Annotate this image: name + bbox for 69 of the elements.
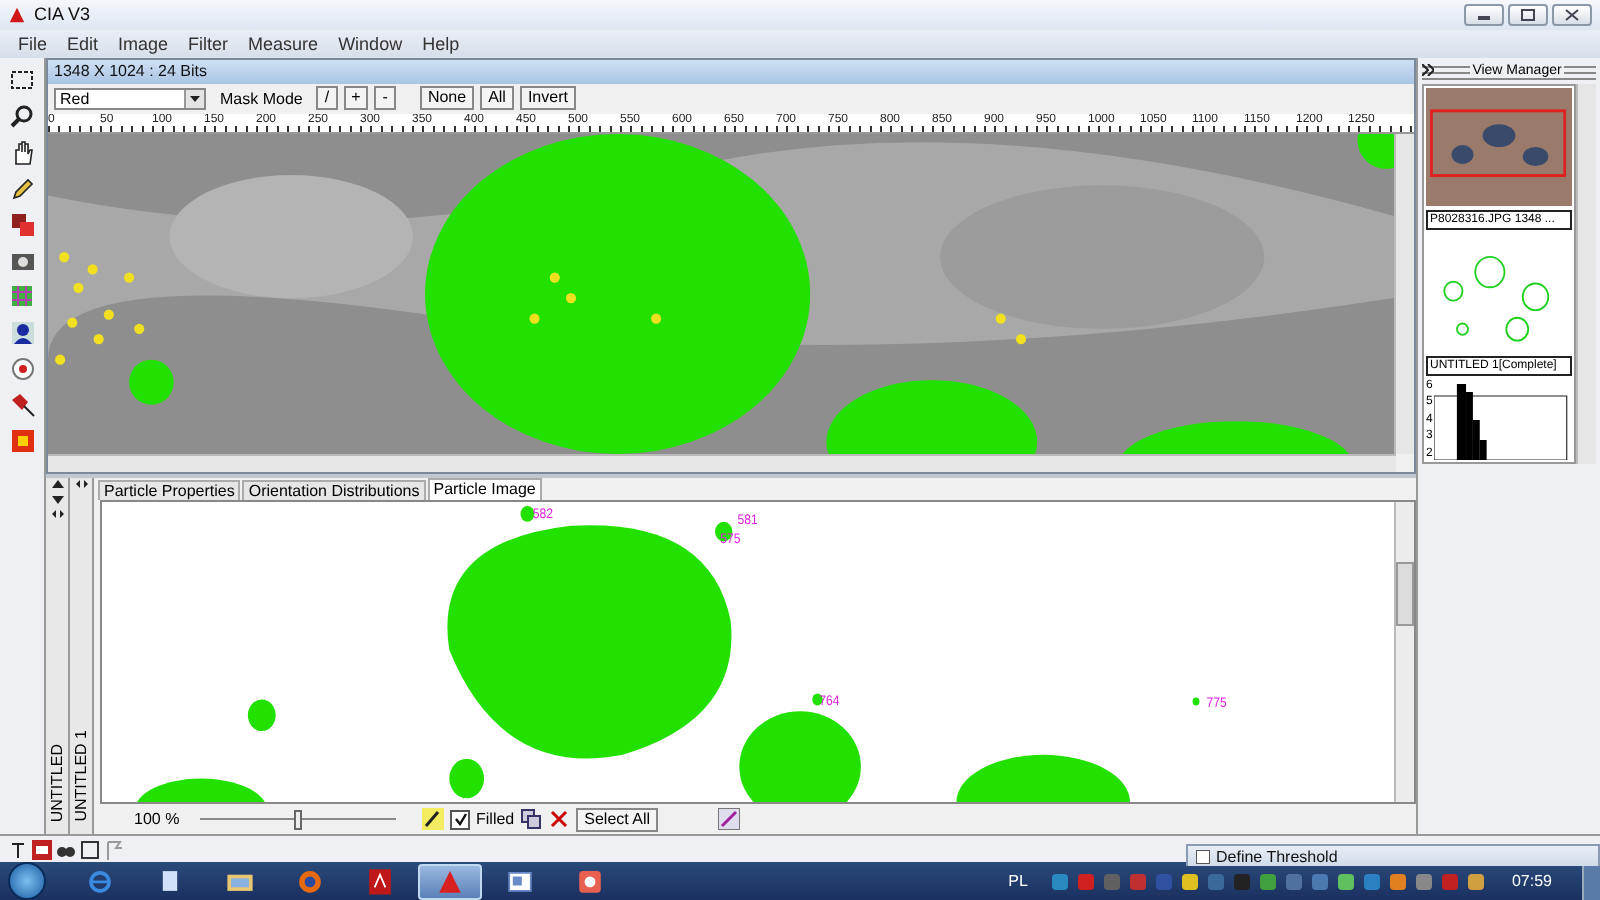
mask-button[interactable]: All (480, 86, 514, 111)
mask-mode-button[interactable]: + (343, 86, 369, 111)
maximize-button[interactable] (1508, 3, 1548, 26)
slider-thumb[interactable] (294, 809, 302, 830)
mask-mode-label: Mask Mode (220, 89, 303, 108)
delete-icon[interactable] (548, 808, 571, 831)
filled-label: Filled (476, 810, 515, 829)
mask-mode-button[interactable]: / (316, 86, 338, 111)
scrollbar-thumb[interactable] (1396, 561, 1414, 626)
tray-icon[interactable] (1179, 871, 1200, 891)
clock[interactable]: 07:59 (1511, 872, 1552, 890)
caret-icon (190, 95, 200, 102)
mask-mode-button[interactable]: - (374, 86, 396, 111)
mask-button[interactable]: None (419, 86, 475, 111)
tab[interactable]: Particle Properties (98, 479, 241, 500)
person-icon[interactable] (7, 317, 37, 348)
close-button[interactable] (1552, 3, 1592, 26)
minimize-button[interactable] (1464, 3, 1504, 26)
grid-icon[interactable] (7, 281, 37, 312)
menu-item[interactable]: Help (412, 33, 470, 54)
menu-item[interactable]: File (8, 33, 58, 54)
start-button[interactable] (8, 862, 46, 900)
zoom-level: 100 % (134, 810, 182, 829)
tray-icon[interactable] (1335, 871, 1356, 891)
tray-icon[interactable] (1387, 871, 1408, 891)
scrollbar[interactable] (1576, 83, 1596, 464)
dropper-icon[interactable] (7, 389, 37, 420)
select-all-button[interactable]: Select All (576, 807, 659, 832)
tray-icon[interactable] (1413, 871, 1434, 891)
navigation-arrows-icon[interactable] (49, 477, 65, 522)
maximize-icon (1520, 7, 1536, 22)
copy-icon[interactable] (520, 808, 543, 831)
language-indicator[interactable]: PL (1008, 872, 1028, 890)
menu-item[interactable]: Window (328, 33, 413, 54)
target-icon[interactable] (7, 353, 37, 384)
window-title: CIA V3 (34, 4, 91, 25)
menu-item[interactable]: Measure (238, 33, 329, 54)
close-icon (1564, 7, 1580, 22)
document-title: 1348 X 1024 : 24 Bits (48, 59, 1414, 84)
menu-item[interactable]: Image (108, 33, 179, 54)
edit-icon[interactable] (718, 808, 741, 831)
channel-dropdown[interactable]: Red (54, 87, 206, 110)
brush-icon[interactable] (422, 808, 444, 831)
chart-icon[interactable] (32, 839, 52, 860)
expand-icon[interactable] (1422, 64, 1434, 77)
help-icon[interactable] (7, 425, 37, 456)
dialog-title: Define Threshold (1216, 847, 1338, 865)
search-icon[interactable] (7, 101, 37, 132)
navigation-arrows-icon[interactable] (73, 477, 89, 490)
square-icon[interactable] (80, 839, 100, 860)
document-label[interactable]: UNTITLED (48, 743, 66, 823)
tray-icon[interactable] (1361, 871, 1382, 891)
menu-item[interactable]: Filter (178, 33, 239, 54)
scrollbar[interactable] (1394, 501, 1414, 803)
menu-item[interactable]: Edit (57, 33, 109, 54)
tab[interactable]: Orientation Distributions (242, 479, 426, 500)
document-label[interactable]: UNTITLED 1 (72, 730, 90, 823)
filled-checkbox[interactable] (450, 809, 470, 830)
pencil-icon[interactable] (7, 173, 37, 204)
taskbar-button[interactable] (418, 863, 482, 899)
image-thumbnail[interactable] (1426, 87, 1572, 206)
mask-button[interactable]: Invert (519, 86, 576, 111)
scrollbar[interactable] (1394, 133, 1414, 454)
app-logo-icon (8, 5, 26, 24)
tray-icon[interactable] (1465, 871, 1486, 891)
tray-icon[interactable] (1257, 871, 1278, 891)
tray-icon[interactable] (1049, 871, 1070, 891)
color-squares-icon[interactable] (7, 209, 37, 240)
tab[interactable]: Particle Image (427, 477, 542, 500)
